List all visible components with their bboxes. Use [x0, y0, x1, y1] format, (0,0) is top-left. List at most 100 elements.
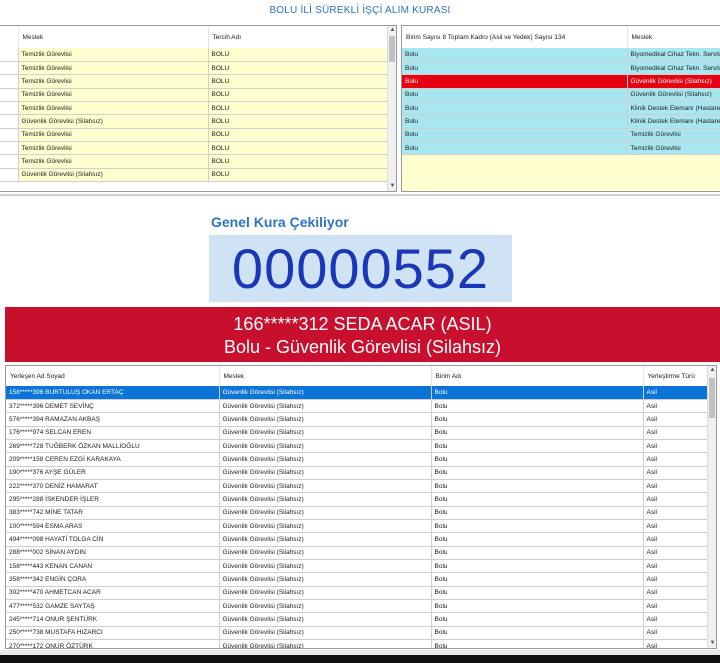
- cell-birim-adi: Bolu: [431, 519, 644, 534]
- cell-meslek: Temizlik Görevlisi: [18, 154, 209, 169]
- row-header[interactable]: [0, 88, 19, 102]
- cell-yerlestirme-turu: Asil: [643, 452, 709, 467]
- cell-yerlestirme-turu: Asil: [643, 639, 709, 648]
- scroll-thumb[interactable]: [389, 36, 395, 62]
- row-header[interactable]: [0, 141, 19, 156]
- cell-meslek: Güvenlik Görevlisi (Silahsız): [219, 479, 432, 494]
- cell-birim-adi: Bolu: [431, 559, 644, 574]
- table-row[interactable]: Bolu Güvenlik Görevlisi (Silahsız): [402, 88, 720, 102]
- unit-grid[interactable]: Birim Sayısı 8 Toplam Kadro (Asil ve Yed…: [401, 25, 720, 192]
- column-header-ad-soyad[interactable]: Yerleşen Ad Soyad: [6, 366, 220, 386]
- cell-meslek: Temizlik Görevlisi: [18, 48, 209, 62]
- row-header[interactable]: [0, 74, 19, 89]
- cell-meslek: Temizlik Görevlisi: [18, 61, 209, 76]
- cell-yerlestirme-turu: Asil: [643, 626, 709, 641]
- cell-yerlestirme-turu: Asil: [643, 426, 709, 440]
- table-row[interactable]: 100*****594 ESMA ARAS Güvenlik Görevlisi …: [6, 519, 709, 534]
- cell-meslek: Güvenlik Görevlisi (Silahsız): [219, 439, 432, 454]
- table-row[interactable]: 250*****738 MUSTAFA HIZARCI Güvenlik Göre…: [6, 626, 709, 641]
- result-position: Bolu - Güvenlik Görevlisi (Silahsız): [223, 337, 502, 357]
- table-row[interactable]: 176*****974 SELCAN EREN Güvenlik Görevlis…: [6, 426, 709, 440]
- cell-meslek: Güvenlik Görevlisi (Silahsız): [18, 168, 209, 182]
- scroll-up-icon[interactable]: ▲: [388, 26, 396, 35]
- column-header-birim-sayisi[interactable]: Birim Sayısı 8 Toplam Kadro (Asil ve Yed…: [402, 26, 628, 48]
- table-row[interactable]: Bolu Biyomedikal Cihaz Tekn. Servis: [402, 61, 720, 76]
- cell-tercih-adi: BOLU: [208, 88, 389, 102]
- grid-header-row: Yerleşen Ad Soyad Meslek Birim Adı Yerle…: [6, 366, 709, 386]
- scroll-thumb[interactable]: [709, 378, 715, 418]
- table-row[interactable]: 477*****532 GAMZE SAYTAŞ Güvenlik Görevli…: [6, 599, 709, 614]
- table-row[interactable]: 358*****342 ENGİN ÇORA Güvenlik Görevlisi…: [6, 572, 709, 587]
- table-row[interactable]: Bolu Klinik Destek Elemanı (Hastane: [402, 114, 720, 129]
- column-header-meslek[interactable]: Meslek: [18, 26, 209, 48]
- cell-ad-soyad: 250*****738 MUSTAFA HIZARCI: [6, 626, 220, 641]
- column-header-tercih-adi[interactable]: Tercih Adı: [208, 26, 389, 48]
- table-row[interactable]: 295*****288 İSKENDER İŞLER Güvenlik Görev…: [6, 492, 709, 507]
- table-row[interactable]: 270*****172 ONUR ÖZTÜRK Güvenlik Görevlis…: [6, 639, 709, 648]
- cell-ad-soyad: 383*****742 MİNE TATAR: [6, 506, 220, 520]
- table-row[interactable]: 222*****370 DENİZ HAMARAT Güvenlik Görevl…: [6, 479, 709, 494]
- cell-yerlestirme-turu: Asil: [643, 412, 709, 427]
- cell-birim-adi: Bolu: [431, 426, 644, 440]
- cell-birim: Bolu: [402, 141, 628, 156]
- table-row[interactable]: Temizlik Görevlisi BOLU: [0, 74, 389, 89]
- cell-yerlestirme-turu: Asil: [643, 559, 709, 574]
- table-row[interactable]: Bolu Biyomedikal Cihaz Tekn. Servis: [402, 48, 720, 62]
- column-header-meslek[interactable]: Meslek: [219, 366, 432, 386]
- table-row[interactable]: Temizlik Görevlisi BOLU: [0, 61, 389, 76]
- table-row[interactable]: 269*****728 TUĞBERK ÖZKAN MALLIOĞLU Güven…: [6, 439, 709, 454]
- cell-meslek: Güvenlik Görevlisi (Silahsız): [219, 426, 432, 440]
- placement-grid[interactable]: Yerleşen Ad Soyad Meslek Birim Adı Yerle…: [5, 365, 717, 649]
- table-row[interactable]: 158*****443 KENAN CANAN Güvenlik Görevlis…: [6, 559, 709, 574]
- table-row[interactable]: Bolu Temizlik Görevlisi: [402, 141, 720, 156]
- table-row[interactable]: Temizlik Görevlisi BOLU: [0, 101, 389, 116]
- cell-birim-adi: Bolu: [431, 626, 644, 641]
- table-row[interactable]: Bolu Temizlik Görevlisi: [402, 128, 720, 142]
- row-header[interactable]: [0, 61, 19, 76]
- table-row[interactable]: 302*****470 AHMETCAN ACAR Güvenlik Görevl…: [6, 586, 709, 601]
- row-header[interactable]: [0, 48, 19, 62]
- cell-birim: Bolu: [402, 74, 628, 89]
- title-bar: BOLU İLİ SÜREKLİ İŞÇİ ALIM KURASI: [0, 0, 720, 24]
- table-row[interactable]: 190*****376 AYŞE GÜLER Güvenlik Görevlisi…: [6, 466, 709, 480]
- table-row[interactable]: Temizlik Görevlisi BOLU: [0, 128, 389, 142]
- table-row[interactable]: 209*****158 CEREN EZGİ KARAKAYA Güvenlik …: [6, 452, 709, 467]
- table-row[interactable]: Temizlik Görevlisi BOLU: [0, 88, 389, 102]
- cell-meslek: Temizlik Görevlisi: [18, 128, 209, 142]
- cell-tercih-adi: BOLU: [208, 128, 389, 142]
- table-row[interactable]: 288*****002 SİNAN AYDIN Güvenlik Görevlis…: [6, 546, 709, 560]
- table-row[interactable]: Temizlik Görevlisi BOLU: [0, 141, 389, 156]
- table-row[interactable]: Bolu Klinik Destek Elemanı (Hastane: [402, 101, 720, 116]
- table-row[interactable]: Temizlik Görevlisi BOLU: [0, 154, 389, 169]
- row-header[interactable]: [0, 114, 19, 129]
- column-header-meslek[interactable]: Meslek: [627, 26, 720, 48]
- cell-ad-soyad: 190*****376 AYŞE GÜLER: [6, 466, 220, 480]
- cell-birim-adi: Bolu: [431, 572, 644, 587]
- row-header[interactable]: [0, 101, 19, 116]
- table-row[interactable]: 383*****742 MİNE TATAR Güvenlik Görevlisi…: [6, 506, 709, 520]
- column-header-birim-adi[interactable]: Birim Adı: [431, 366, 644, 386]
- table-row[interactable]: Güvenlik Görevlisi (Silahsız) BOLU: [0, 114, 389, 129]
- table-row[interactable]: 576*****394 RAMAZAN AKBAŞ Güvenlik Görevl…: [6, 412, 709, 427]
- cell-meslek: Biyomedikal Cihaz Tekn. Servis: [627, 48, 720, 62]
- table-row-selected[interactable]: 158*****396 BURTULUŞ OKAN ERTAÇ Güvenlik …: [6, 386, 709, 400]
- column-header-yerlestirme-turu[interactable]: Yerleştirme Türü: [643, 366, 709, 386]
- table-row-highlighted[interactable]: Bolu Güvenlik Görevlisi (Silahsız): [402, 74, 720, 89]
- table-row[interactable]: Güvenlik Görevlisi (Silahsız) BOLU: [0, 168, 389, 182]
- row-header[interactable]: [0, 154, 19, 169]
- table-row[interactable]: 245*****714 ONUR ŞENTÜRK Güvenlik Görevli…: [6, 612, 709, 627]
- scroll-up-icon[interactable]: ▲: [708, 366, 716, 375]
- preference-grid[interactable]: Meslek Tercih Adı Temizlik Görevlisi BOLU…: [0, 25, 397, 192]
- cell-yerlestirme-turu: Asil: [643, 586, 709, 601]
- table-row[interactable]: 494*****098 HAYATİ TOLGA CİN Güvenlik Gör…: [6, 532, 709, 547]
- placement-grid-scrollbar[interactable]: ▲ ▼: [707, 366, 716, 648]
- row-header[interactable]: [0, 128, 19, 142]
- scroll-down-icon[interactable]: ▼: [708, 639, 716, 648]
- table-row[interactable]: Temizlik Görevlisi BOLU: [0, 48, 389, 62]
- scroll-down-icon[interactable]: ▼: [388, 182, 396, 191]
- cell-ad-soyad: 288*****002 SİNAN AYDIN: [6, 546, 220, 560]
- table-row[interactable]: 372*****396 DEMET SEVİNÇ Güvenlik Görevli…: [6, 399, 709, 414]
- row-header[interactable]: [0, 168, 19, 182]
- left-grid-scrollbar[interactable]: ▲ ▼: [387, 26, 396, 191]
- cell-ad-soyad: 270*****172 ONUR ÖZTÜRK: [6, 639, 220, 648]
